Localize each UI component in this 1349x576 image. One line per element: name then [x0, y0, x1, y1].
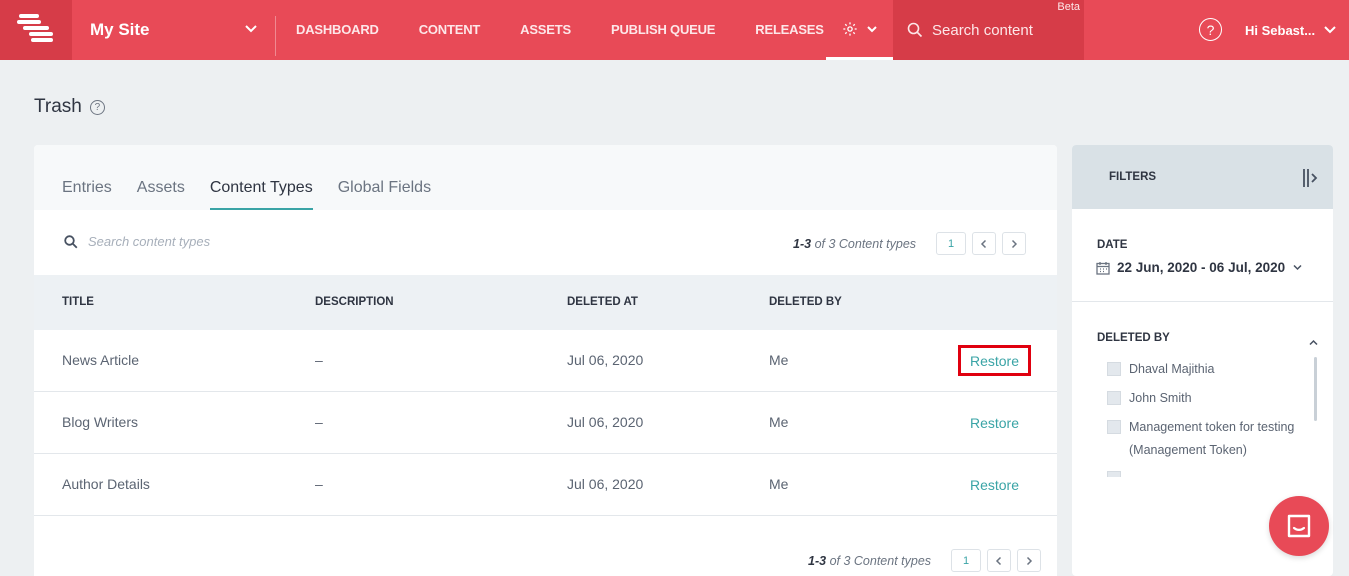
chevron-down-icon[interactable] [244, 22, 258, 41]
row-deleted-at: Jul 06, 2020 [567, 352, 644, 368]
content-type-search-placeholder: Search content types [88, 234, 211, 249]
user-filter-option[interactable]: Dhaval Majithia [1107, 358, 1214, 381]
user-filter-name: John Smith [1129, 391, 1192, 405]
pagination-count: 1-3 of 3 Content types [793, 236, 917, 251]
chevron-down-icon [1293, 264, 1302, 271]
page-title: Trash ? [34, 96, 105, 118]
chevron-down-icon [866, 25, 877, 32]
tab-entries[interactable]: Entries [62, 179, 112, 210]
chevron-left-icon [980, 239, 987, 248]
checkbox[interactable] [1107, 391, 1121, 405]
tab-content-types[interactable]: Content Types [209, 179, 313, 210]
help-icon[interactable]: ? [89, 99, 105, 115]
user-menu[interactable]: Hi Sebast... [1245, 0, 1337, 60]
table-row: News Article – Jul 06, 2020 Me Restore [34, 330, 1057, 392]
column-deleted-at[interactable]: DELETED AT [567, 296, 638, 308]
row-deleted-by: Me [769, 352, 789, 368]
nav-dashboard[interactable]: DASHBOARD [276, 0, 399, 60]
collapse-panel-icon[interactable] [1302, 167, 1320, 194]
table-toolbar: Search content types 1-3 of 3 Content ty… [34, 210, 1057, 275]
row-title: Blog Writers [62, 414, 138, 430]
date-range-value: 22 Jun, 2020 - 06 Jul, 2020 [1117, 260, 1286, 275]
chevron-left-icon [995, 556, 1002, 565]
user-filter-option[interactable]: Management token for testing (Management … [1107, 416, 1294, 462]
column-deleted-by[interactable]: DELETED BY [769, 296, 842, 308]
checkbox[interactable] [1107, 362, 1121, 376]
search-icon [907, 22, 923, 38]
site-name: My Site [90, 20, 150, 39]
prev-page-button[interactable] [972, 232, 997, 255]
row-deleted-at: Jul 06, 2020 [567, 414, 644, 430]
row-description: – [315, 352, 323, 368]
checkbox[interactable] [1107, 420, 1121, 434]
chevron-right-icon [1026, 556, 1033, 565]
column-title[interactable]: TITLE [62, 296, 94, 308]
prev-page-button[interactable] [987, 549, 1012, 572]
page-number[interactable]: 1 [951, 549, 982, 572]
row-deleted-by: Me [769, 476, 789, 492]
user-filter-option[interactable] [1107, 467, 1121, 477]
pagination-bottom: 1-3 of 3 Content types 1 [808, 549, 1042, 572]
row-title: Author Details [62, 476, 150, 492]
chevron-down-icon [1324, 26, 1336, 34]
tab-global-fields[interactable]: Global Fields [338, 179, 431, 210]
row-description: – [315, 476, 323, 492]
content-type-search[interactable]: Search content types [64, 234, 210, 249]
checkbox[interactable] [1107, 471, 1121, 477]
restore-button[interactable]: Restore [958, 469, 1031, 500]
page-title-text: Trash [34, 96, 82, 117]
deleted-by-filter-label: DELETED BY [1097, 332, 1170, 344]
chevron-right-icon [1011, 239, 1018, 248]
nav-assets[interactable]: ASSETS [500, 0, 591, 60]
chat-icon [1287, 514, 1311, 538]
next-page-button[interactable] [1017, 549, 1042, 572]
divider [1072, 301, 1333, 302]
gear-icon [842, 21, 857, 36]
search-icon [64, 234, 78, 248]
pagination-count: 1-3 of 3 Content types [808, 553, 932, 568]
user-filter-name: Management token for testing (Management … [1129, 420, 1295, 457]
table-row: Author Details – Jul 06, 2020 Me Restore [34, 454, 1057, 516]
nav-content[interactable]: CONTENT [399, 0, 500, 60]
chat-launcher-button[interactable] [1269, 496, 1329, 556]
help-icon[interactable]: ? [1199, 18, 1222, 41]
row-deleted-at: Jul 06, 2020 [567, 476, 644, 492]
filters-header: FILTERS [1072, 145, 1333, 209]
global-search-placeholder: Search content [932, 21, 1033, 39]
user-filter-option[interactable]: John Smith [1107, 387, 1192, 410]
restore-button[interactable]: Restore [958, 407, 1031, 438]
global-search[interactable]: Search content Beta [893, 0, 1084, 60]
row-description: – [315, 414, 323, 430]
date-filter-label: DATE [1097, 239, 1128, 251]
row-deleted-by: Me [769, 414, 789, 430]
table-header: TITLE DESCRIPTION DELETED AT DELETED BY [34, 275, 1057, 330]
beta-badge: Beta [1057, 1, 1080, 13]
date-range-picker[interactable]: 22 Jun, 2020 - 06 Jul, 2020 [1096, 260, 1303, 275]
settings-menu[interactable] [826, 0, 893, 60]
main-nav: DASHBOARD CONTENT ASSETS PUBLISH QUEUE R… [276, 0, 844, 60]
scrollbar[interactable] [1314, 357, 1317, 421]
calendar-icon [1096, 261, 1110, 275]
user-filter-name: Dhaval Majithia [1129, 362, 1215, 376]
filters-title: FILTERS [1109, 171, 1157, 183]
chevron-up-icon[interactable] [1308, 335, 1319, 353]
column-description[interactable]: DESCRIPTION [315, 296, 394, 308]
logo-icon[interactable] [0, 0, 72, 60]
tab-bar: Entries Assets Content Types Global Fiel… [34, 145, 1057, 210]
page-number[interactable]: 1 [936, 232, 967, 255]
table-row: Blog Writers – Jul 06, 2020 Me Restore [34, 392, 1057, 454]
nav-publish-queue[interactable]: PUBLISH QUEUE [591, 0, 735, 60]
tab-assets[interactable]: Assets [137, 179, 185, 210]
user-greeting: Hi Sebast... [1245, 22, 1316, 38]
next-page-button[interactable] [1002, 232, 1027, 255]
trash-panel: Entries Assets Content Types Global Fiel… [34, 145, 1057, 576]
restore-button[interactable]: Restore [958, 345, 1031, 376]
pagination-top: 1-3 of 3 Content types 1 [793, 232, 1027, 255]
top-bar: My Site DASHBOARD CONTENT ASSETS PUBLISH… [0, 0, 1349, 60]
row-title: News Article [62, 352, 140, 368]
